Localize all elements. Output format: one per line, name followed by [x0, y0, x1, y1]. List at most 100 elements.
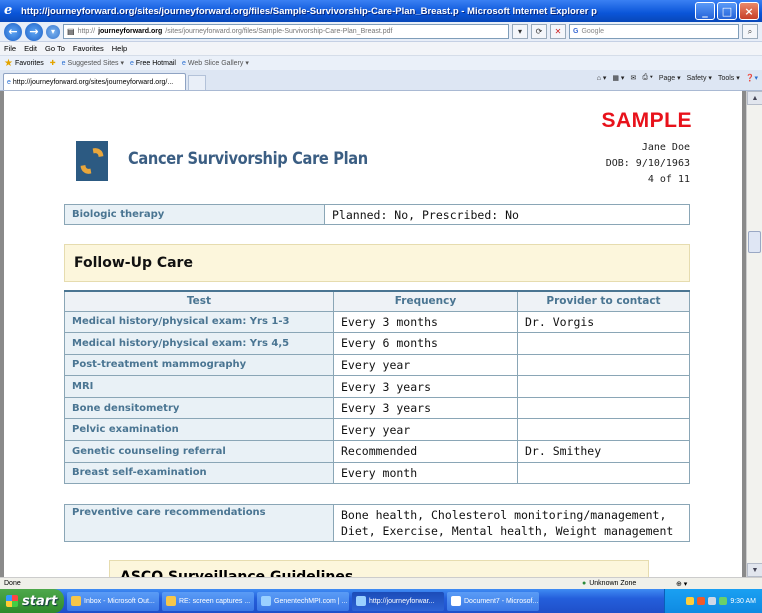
- fav-web-slice[interactable]: e Web Slice Gallery ▾: [182, 59, 249, 68]
- task-label: Document7 - Microsof...: [464, 597, 539, 605]
- vertical-scrollbar[interactable]: ▲ ▼: [746, 91, 762, 577]
- fav-label: Free Hotmail: [135, 59, 176, 67]
- feeds-icon[interactable]: ▦ ▾: [612, 74, 624, 82]
- fav-free-hotmail[interactable]: e Free Hotmail: [130, 60, 176, 67]
- help-icon[interactable]: ❓▾: [746, 74, 758, 82]
- cell-test: Medical history/physical exam: Yrs 4,5: [64, 332, 334, 355]
- clock[interactable]: 9:30 AM: [730, 598, 756, 605]
- cell-frequency: Every year: [333, 353, 518, 377]
- scroll-down-icon[interactable]: ▼: [747, 563, 762, 577]
- title-bar: e http://journeyforward.org/sites/journe…: [0, 0, 762, 22]
- tray-icon[interactable]: [697, 597, 706, 605]
- scroll-thumb[interactable]: [748, 231, 761, 253]
- taskbar-item-re-screen[interactable]: RE: screen captures ...: [162, 591, 254, 611]
- cell-test: MRI: [64, 375, 334, 398]
- pdf-page: SAMPLE Cancer Survivorship Care Plan Jan…: [4, 91, 742, 577]
- table-row: Genetic counseling referral Recommended Dr…: [64, 440, 690, 463]
- biologic-value: Planned: No, Prescribed: No: [324, 204, 690, 225]
- biologic-label: Biologic therapy: [64, 204, 325, 225]
- zoom-control[interactable]: ⊕ ▾: [676, 580, 687, 588]
- cell-test: Pelvic examination: [64, 418, 334, 442]
- status-bar: Done ● Unknown Zone ⊕ ▾: [0, 577, 762, 589]
- close-button[interactable]: ×: [739, 2, 759, 20]
- new-tab-button[interactable]: [188, 75, 206, 90]
- preventive-line: Bone health, Cholesterol monitoring/mana…: [341, 508, 667, 522]
- forward-button[interactable]: →: [25, 22, 43, 41]
- table-row: Biologic therapy Planned: No, Prescribed…: [64, 204, 690, 225]
- tray-icon[interactable]: [719, 597, 728, 605]
- tab-active[interactable]: e http://journeyforward.org/sites/journe…: [3, 73, 186, 90]
- maximize-button[interactable]: □: [717, 2, 737, 20]
- refresh-button[interactable]: ⟳: [531, 24, 547, 39]
- preventive-line: Diet, Exercise, Mental health, Weight ma…: [341, 524, 674, 538]
- back-button[interactable]: ←: [4, 22, 22, 41]
- taskbar-item-outlook[interactable]: Inbox - Microsoft Out...: [67, 591, 159, 611]
- address-dropdown-button[interactable]: ▾: [512, 24, 528, 39]
- favorites-bar: ★ Favorites ✚ e Suggested Sites ▾ e Free Ho…: [0, 55, 762, 70]
- menu-file[interactable]: File: [4, 44, 16, 53]
- ie-logo-icon: e: [4, 3, 13, 18]
- print-icon[interactable]: ⎙ ▾: [642, 74, 653, 82]
- menu-goto[interactable]: Go To: [45, 44, 65, 53]
- cell-provider: [517, 375, 690, 398]
- page-menu[interactable]: Page ▾: [659, 74, 681, 82]
- tray-icon[interactable]: [686, 597, 695, 605]
- window-title: http://journeyforward.org/sites/journeyf…: [21, 5, 597, 17]
- table-row: Pelvic examination Every year: [64, 418, 690, 442]
- cell-frequency: Every 6 months: [333, 332, 518, 355]
- favorites-button[interactable]: ★ Favorites: [4, 58, 44, 69]
- cell-test: Genetic counseling referral: [64, 440, 334, 463]
- task-label: Inbox - Microsoft Out...: [84, 597, 155, 605]
- home-icon[interactable]: ⌂ ▾: [597, 74, 607, 82]
- mail-icon[interactable]: ✉: [630, 74, 636, 82]
- scroll-up-icon[interactable]: ▲: [747, 91, 762, 105]
- start-label: start: [22, 593, 58, 609]
- table-header-row: Test Frequency Provider to contact: [64, 290, 690, 312]
- table-row: Post-treatment mammography Every year: [64, 353, 690, 377]
- add-favorite-icon[interactable]: ✚: [50, 59, 56, 67]
- page-icon: ▤: [67, 27, 75, 36]
- ie-icon: [356, 596, 366, 606]
- safety-menu[interactable]: Safety ▾: [687, 74, 712, 82]
- taskbar-item-journeyforward[interactable]: http://journeyforwar...: [352, 591, 444, 611]
- taskbar-item-document7[interactable]: Document7 - Microsof...: [447, 591, 539, 611]
- minimize-button[interactable]: _: [695, 2, 715, 20]
- cell-frequency: Every year: [333, 418, 518, 442]
- preventive-label: Preventive care recommendations: [64, 504, 334, 542]
- menu-favorites[interactable]: Favorites: [73, 44, 104, 53]
- cell-provider: [517, 418, 690, 442]
- task-label: RE: screen captures ...: [179, 597, 251, 605]
- address-domain: journeyforward.org: [98, 28, 163, 35]
- ie-icon: e: [129, 59, 134, 67]
- search-button[interactable]: ⌕: [742, 24, 758, 39]
- cell-frequency: Every 3 years: [333, 396, 518, 420]
- sample-stamp: SAMPLE: [601, 109, 692, 132]
- document-viewport: SAMPLE Cancer Survivorship Care Plan Jan…: [0, 91, 762, 577]
- task-label: http://journeyforwar...: [369, 597, 435, 605]
- fav-suggested-sites[interactable]: e Suggested Sites ▾: [62, 59, 124, 68]
- patient-info: Jane Doe DOB: 9/10/1963 4 of 11: [606, 140, 690, 188]
- mail-icon: [166, 596, 176, 606]
- address-bar[interactable]: ▤ http://journeyforward.org/sites/journe…: [63, 24, 509, 39]
- tray-icon[interactable]: [708, 597, 717, 605]
- cell-provider: Dr. Smithey: [517, 440, 690, 463]
- tab-label: http://journeyforward.org/sites/journeyf…: [12, 78, 174, 86]
- cell-test: Bone densitometry: [64, 396, 334, 420]
- menu-bar: File Edit Go To Favorites Help: [0, 42, 762, 55]
- menu-help[interactable]: Help: [112, 44, 127, 53]
- followup-table: Test Frequency Provider to contact Medic…: [64, 290, 690, 485]
- menu-edit[interactable]: Edit: [24, 44, 37, 53]
- taskbar-item-genentech[interactable]: GenentechMPI.com | ...: [257, 591, 349, 611]
- table-row: MRI Every 3 years: [64, 375, 690, 398]
- table-row: Medical history/physical exam: Yrs 4,5 Ev…: [64, 332, 690, 355]
- start-button[interactable]: start: [0, 589, 64, 613]
- stop-button[interactable]: ✕: [550, 24, 566, 39]
- tools-menu[interactable]: Tools ▾: [718, 74, 740, 82]
- page-number: 4 of 11: [647, 174, 690, 185]
- patient-dob: DOB: 9/10/1963: [605, 158, 690, 169]
- table-row: Breast self-examination Every month: [64, 461, 690, 485]
- document-title: Cancer Survivorship Care Plan: [128, 149, 368, 169]
- search-input[interactable]: G Google: [569, 24, 739, 39]
- recent-pages-button[interactable]: ▾: [46, 24, 60, 39]
- outlook-icon: [71, 596, 81, 606]
